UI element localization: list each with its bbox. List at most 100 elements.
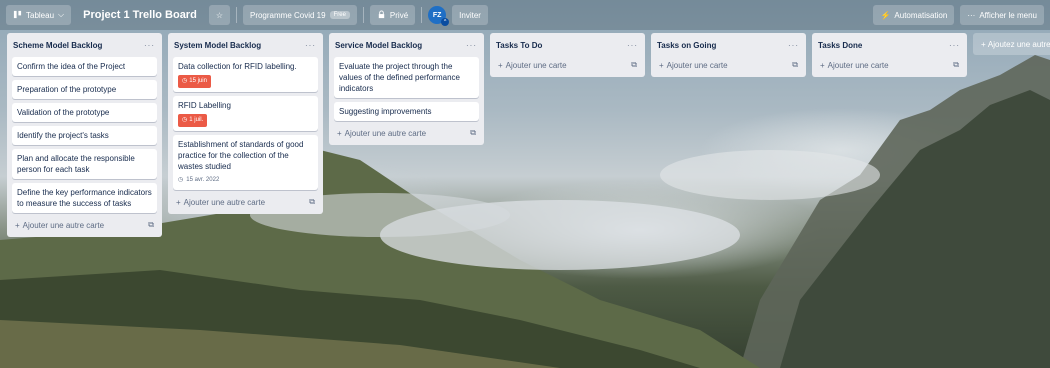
card-title: Data collection for RFID labelling. [178, 62, 297, 71]
card-title: Evaluate the project through the values … [339, 62, 460, 93]
show-menu-label: Afficher le menu [979, 10, 1037, 20]
add-card-label: Ajouter une carte [505, 60, 567, 70]
add-list-button[interactable]: + Ajoutez une autre liste [973, 33, 1050, 55]
template-icon[interactable]: ⧉ [631, 60, 637, 70]
card-title: Plan and allocate the responsible person… [17, 154, 135, 174]
add-card-label: Ajouter une autre carte [22, 220, 105, 230]
view-label: Tableau [26, 10, 55, 20]
due-date: 1 juil. [189, 117, 204, 123]
list-title[interactable]: Tasks Done [818, 41, 862, 50]
board-header: Tableau ⌵ Project 1 Trello Board ☆ Progr… [0, 0, 1050, 30]
plus-icon: + [659, 60, 664, 70]
add-card-row: + Ajouter une autre carte ⧉ [12, 218, 157, 232]
list-title[interactable]: System Model Backlog [174, 41, 261, 50]
clock-icon: ◷ [182, 78, 188, 84]
view-switcher[interactable]: Tableau ⌵ [6, 5, 72, 25]
card-title: Identify the project's tasks [17, 131, 109, 140]
card-title: Define the key performance indicators to… [17, 188, 152, 208]
card[interactable]: RFID Labelling ◷ 1 juil. [173, 96, 318, 131]
add-card-row: + Ajouter une carte ⧉ [817, 58, 962, 72]
template-icon[interactable]: ⧉ [953, 60, 959, 70]
list-title[interactable]: Service Model Backlog [335, 41, 422, 50]
plus-icon: + [15, 220, 20, 230]
list-menu-icon[interactable]: ··· [949, 41, 960, 50]
card[interactable]: Plan and allocate the responsible person… [12, 149, 157, 179]
add-card-row: + Ajouter une carte ⧉ [495, 58, 640, 72]
admin-badge-icon: ⌃ [441, 18, 450, 26]
board-title[interactable]: Project 1 Trello Board [77, 4, 203, 26]
template-icon[interactable]: ⧉ [470, 128, 476, 138]
card[interactable]: Preparation of the prototype [12, 80, 157, 99]
add-card-button[interactable]: + Ajouter une carte [659, 61, 728, 70]
add-card-button[interactable]: + Ajouter une carte [820, 61, 889, 70]
divider [421, 7, 423, 23]
card[interactable]: Confirm the idea of the Project [12, 57, 157, 76]
board-canvas: Scheme Model Backlog ··· Confirm the ide… [7, 33, 1050, 237]
card[interactable]: Identify the project's tasks [12, 126, 157, 145]
list-tasks-to-do[interactable]: Tasks To Do ··· + Ajouter une carte ⧉ [490, 33, 645, 77]
plus-icon: + [176, 197, 181, 207]
card-title: Suggesting improvements [339, 107, 432, 116]
date-badge[interactable]: ◷ 15 avr. 2022 [178, 175, 313, 186]
invite-button[interactable]: Inviter [452, 5, 488, 25]
visibility-button[interactable]: Privé [369, 5, 416, 25]
template-icon[interactable]: ⧉ [309, 197, 315, 207]
card[interactable]: Establishment of standards of good pract… [173, 135, 318, 190]
list-tasks-on-going[interactable]: Tasks on Going ··· + Ajouter une carte ⧉ [651, 33, 806, 77]
automation-button[interactable]: ⚡ Automatisation [873, 5, 955, 25]
add-card-button[interactable]: + Ajouter une autre carte [15, 221, 104, 230]
add-card-button[interactable]: + Ajouter une carte [498, 61, 567, 70]
list-menu-icon[interactable]: ··· [627, 41, 638, 50]
star-button[interactable]: ☆ [208, 5, 230, 25]
star-icon: ☆ [215, 10, 223, 20]
add-card-button[interactable]: + Ajouter une autre carte [337, 129, 426, 138]
list-tasks-done[interactable]: Tasks Done ··· + Ajouter une carte ⧉ [812, 33, 967, 77]
add-list-label: Ajoutez une autre liste [987, 39, 1050, 49]
due-date-badge[interactable]: ◷ 1 juil. [178, 114, 208, 127]
list-header: Tasks Done ··· [817, 37, 962, 53]
list-title[interactable]: Scheme Model Backlog [13, 41, 102, 50]
show-menu-button[interactable]: ··· Afficher le menu [960, 5, 1044, 25]
plus-icon: + [981, 39, 988, 49]
visibility-label: Privé [389, 10, 409, 20]
divider [235, 7, 237, 23]
due-date-badge[interactable]: ◷ 15 juin [178, 75, 211, 88]
divider [362, 7, 364, 23]
card-title: RFID Labelling [178, 101, 231, 110]
add-card-row: + Ajouter une autre carte ⧉ [173, 195, 318, 209]
add-card-label: Ajouter une carte [827, 60, 889, 70]
list-menu-icon[interactable]: ··· [466, 41, 477, 50]
workspace-button[interactable]: Programme Covid 19 Free [242, 5, 357, 25]
card-date: 15 avr. 2022 [186, 177, 220, 183]
avatar-initials: FZ [432, 11, 442, 19]
card-title: Preparation of the prototype [17, 85, 117, 94]
list-scheme-model-backlog[interactable]: Scheme Model Backlog ··· Confirm the ide… [7, 33, 162, 237]
list-title[interactable]: Tasks on Going [657, 41, 716, 50]
list-system-model-backlog[interactable]: System Model Backlog ··· Data collection… [168, 33, 323, 214]
card[interactable]: Data collection for RFID labelling. ◷ 15… [173, 57, 318, 92]
list-header: System Model Backlog ··· [173, 37, 318, 53]
card[interactable]: Define the key performance indicators to… [12, 183, 157, 213]
board-icon [13, 10, 22, 21]
plus-icon: + [498, 60, 503, 70]
template-icon[interactable]: ⧉ [148, 220, 154, 230]
card[interactable]: Validation of the prototype [12, 103, 157, 122]
list-menu-icon[interactable]: ··· [788, 41, 799, 50]
add-card-row: + Ajouter une autre carte ⧉ [334, 126, 479, 140]
add-card-button[interactable]: + Ajouter une autre carte [176, 198, 265, 207]
card[interactable]: Suggesting improvements [334, 102, 479, 121]
template-icon[interactable]: ⧉ [792, 60, 798, 70]
lock-icon [377, 9, 386, 21]
add-card-row: + Ajouter une carte ⧉ [656, 58, 801, 72]
list-menu-icon[interactable]: ··· [305, 41, 316, 50]
card[interactable]: Evaluate the project through the values … [334, 57, 479, 98]
list-menu-icon[interactable]: ··· [144, 41, 155, 50]
avatar[interactable]: FZ ⌃ [428, 6, 450, 26]
list-title[interactable]: Tasks To Do [496, 41, 542, 50]
due-date: 15 juin [189, 78, 207, 84]
list-header: Tasks To Do ··· [495, 37, 640, 53]
list-service-model-backlog[interactable]: Service Model Backlog ··· Evaluate the p… [329, 33, 484, 145]
card-title: Validation of the prototype [17, 108, 110, 117]
automation-label: Automatisation [894, 10, 948, 20]
lightning-icon: ⚡ [880, 10, 891, 20]
